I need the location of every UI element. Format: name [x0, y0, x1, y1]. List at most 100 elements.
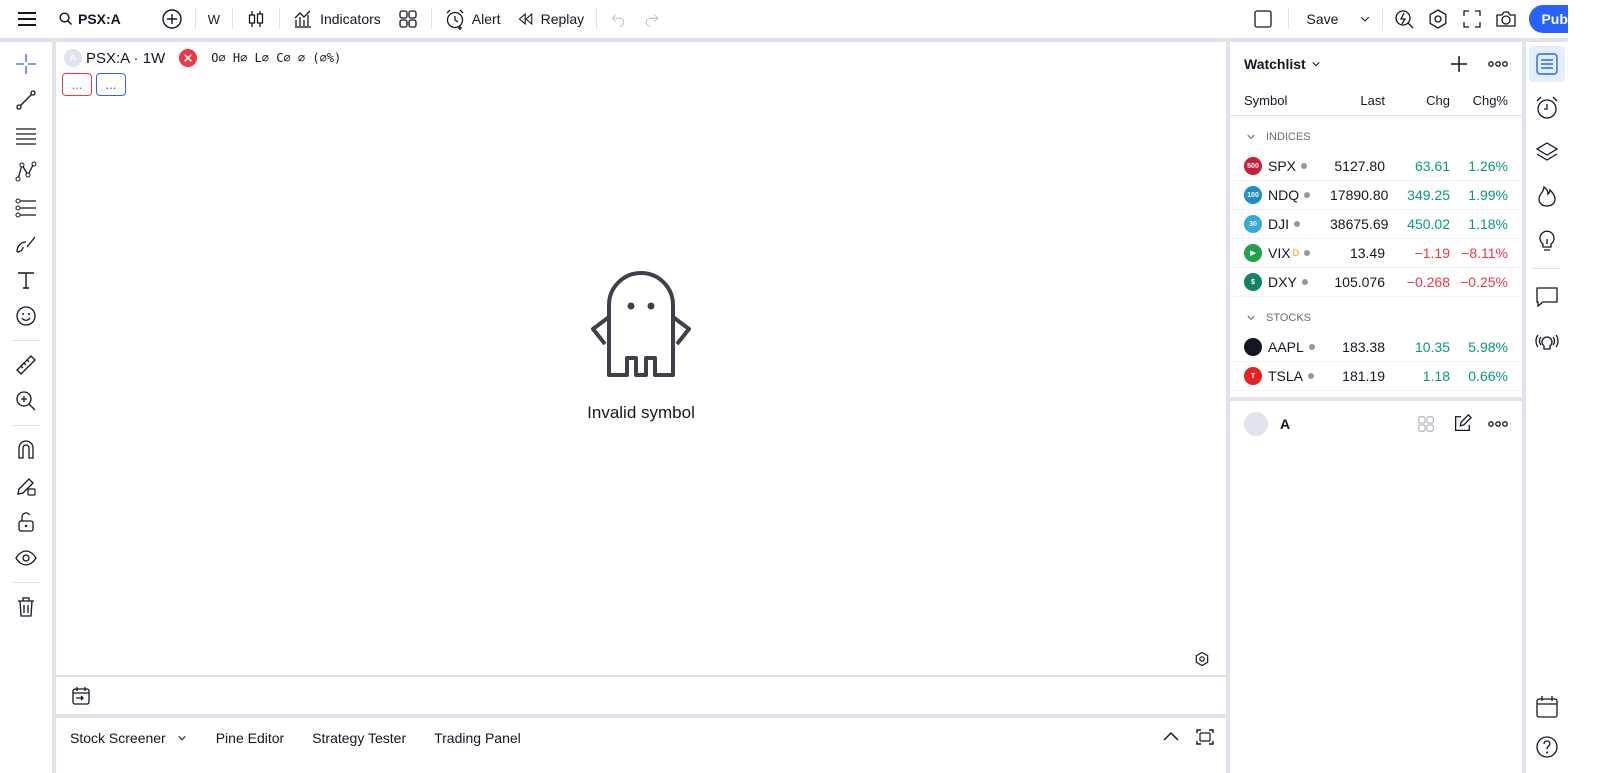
symbol-logo-icon: 500: [1244, 157, 1262, 175]
details-symbol-name[interactable]: A: [1280, 416, 1290, 432]
save-menu-button[interactable]: [1352, 0, 1378, 38]
tab-pine-editor[interactable]: Pine Editor: [202, 726, 298, 750]
right-sidebar: [1526, 42, 1568, 773]
divider: [1287, 8, 1289, 30]
col-symbol[interactable]: Symbol: [1230, 93, 1330, 108]
streams-toggle[interactable]: [1529, 323, 1565, 359]
row-symbol: $ DXY: [1230, 273, 1330, 291]
magnet-tool[interactable]: [0, 432, 52, 468]
remove-drawings-tool[interactable]: [0, 589, 52, 625]
projection-icon: [15, 198, 36, 218]
brush-tool[interactable]: [0, 226, 52, 262]
help-button[interactable]: [1529, 729, 1565, 765]
watchlist-row[interactable]: T TSLA 181.19 1.18 0.66%: [1230, 362, 1522, 391]
chart-pane[interactable]: A PSX:A · 1W O∅ H∅ L∅ C∅ ∅ (∅%) ... ... …: [56, 42, 1226, 675]
row-last: 105.076: [1334, 274, 1385, 290]
symbol-ticker: TSLA: [1268, 368, 1304, 384]
details-more-button[interactable]: [1488, 420, 1508, 428]
chart-type-button[interactable]: [237, 0, 275, 38]
fullscreen-button[interactable]: [1455, 0, 1489, 38]
zoom-tool[interactable]: [0, 383, 52, 419]
undo-button[interactable]: [601, 0, 635, 38]
object-tree-toggle[interactable]: [1529, 134, 1565, 170]
tab-strategy-tester[interactable]: Strategy Tester: [298, 726, 420, 750]
col-chg-percent[interactable]: Chg%: [1450, 93, 1508, 108]
lock-all-tool[interactable]: [0, 504, 52, 540]
row-chg-percent: −0.25%: [1460, 274, 1508, 290]
replay-button[interactable]: Replay: [509, 0, 593, 38]
alert-button[interactable]: Alert: [436, 0, 509, 38]
chart-settings-button[interactable]: [1194, 651, 1210, 667]
indicators-label: Indicators: [320, 11, 381, 27]
chats-toggle[interactable]: [1529, 279, 1565, 315]
square-icon: [1253, 10, 1272, 28]
watchlist-row[interactable]: 30 DJI 38675.69 450.02 1.18%: [1230, 210, 1522, 239]
crosshair-tool[interactable]: [0, 46, 52, 82]
text-tool[interactable]: [0, 262, 52, 298]
watchlist-title[interactable]: Watchlist: [1244, 56, 1306, 72]
quick-search-button[interactable]: [1387, 0, 1421, 38]
layout-button[interactable]: [1242, 0, 1284, 38]
maximize-panel-button[interactable]: [1194, 726, 1216, 748]
emoji-tool[interactable]: [0, 298, 52, 334]
market-status-dot: [1304, 192, 1311, 198]
watchlist-toggle[interactable]: [1529, 46, 1565, 82]
calendar-icon: [1536, 696, 1558, 718]
watchlist-row[interactable]: AAPL 183.38 10.35 5.98%: [1230, 333, 1522, 362]
settings-button[interactable]: [1421, 0, 1455, 38]
watchlist-row[interactable]: $ DXY 105.076 −0.268 −0.25%: [1230, 268, 1522, 297]
redo-button[interactable]: [635, 0, 669, 38]
templates-button[interactable]: [389, 0, 427, 38]
symbol-ticker: DXY: [1268, 274, 1297, 290]
grid-icon: [1418, 416, 1434, 432]
goto-date-button[interactable]: [70, 685, 92, 707]
avatar: [1244, 412, 1268, 436]
watchlist-row[interactable]: 100 NDQ 17890.80 349.25 1.99%: [1230, 181, 1522, 210]
calendar-toggle[interactable]: [1529, 689, 1565, 725]
symbol-search-button[interactable]: PSX:A: [54, 0, 129, 38]
watchlist-row[interactable]: 500 SPX 5127.80 63.61 1.26%: [1230, 152, 1522, 181]
flame-icon: [1538, 185, 1556, 207]
indicators-button[interactable]: Indicators: [284, 0, 389, 38]
watchlist-more-button[interactable]: [1488, 60, 1508, 68]
lock-drawings-tool[interactable]: [0, 468, 52, 504]
details-controls: [1416, 414, 1508, 434]
details-edit-button[interactable]: [1452, 414, 1472, 434]
indicators-icon: [294, 10, 312, 28]
save-button[interactable]: Save: [1293, 0, 1353, 38]
fib-lines-icon: [16, 128, 36, 145]
hide-drawings-tool[interactable]: [0, 540, 52, 576]
divider: [596, 8, 598, 30]
measure-tool[interactable]: [0, 347, 52, 383]
tab-stock-screener[interactable]: Stock Screener: [56, 726, 202, 750]
snapshot-button[interactable]: [1489, 0, 1523, 38]
alerts-toggle[interactable]: [1529, 90, 1565, 126]
add-symbol-button[interactable]: [1450, 55, 1468, 73]
fib-tool[interactable]: [0, 118, 52, 154]
interval-button[interactable]: W: [200, 0, 228, 38]
col-chg[interactable]: Chg: [1385, 93, 1450, 108]
compare-button[interactable]: [153, 0, 191, 38]
projection-tool[interactable]: [0, 190, 52, 226]
chevron-down-icon: [1361, 16, 1370, 22]
trendline-icon: [16, 90, 36, 110]
time-axis[interactable]: [56, 677, 1226, 714]
details-layout-button[interactable]: [1416, 414, 1436, 434]
hotlists-toggle[interactable]: [1529, 178, 1565, 214]
page-edge: [1568, 0, 1604, 773]
watchlist-section-header[interactable]: STOCKS: [1230, 303, 1522, 333]
ideas-toggle[interactable]: [1529, 222, 1565, 258]
chevron-up-icon: [1163, 731, 1179, 741]
col-last[interactable]: Last: [1330, 93, 1385, 108]
watchlist-row[interactable]: ▶ VIX D 13.49 −1.19 −8.11%: [1230, 239, 1522, 268]
row-chg-percent: 1.18%: [1468, 216, 1508, 232]
edit-icon: [1455, 414, 1472, 431]
divider: [232, 8, 234, 30]
divider: [12, 340, 40, 341]
menu-button[interactable]: [0, 0, 54, 38]
trendline-tool[interactable]: [0, 82, 52, 118]
tab-trading-panel[interactable]: Trading Panel: [420, 726, 535, 750]
pattern-tool[interactable]: [0, 154, 52, 190]
watchlist-section-header[interactable]: INDICES: [1230, 122, 1522, 152]
expand-panel-button[interactable]: [1160, 726, 1182, 748]
